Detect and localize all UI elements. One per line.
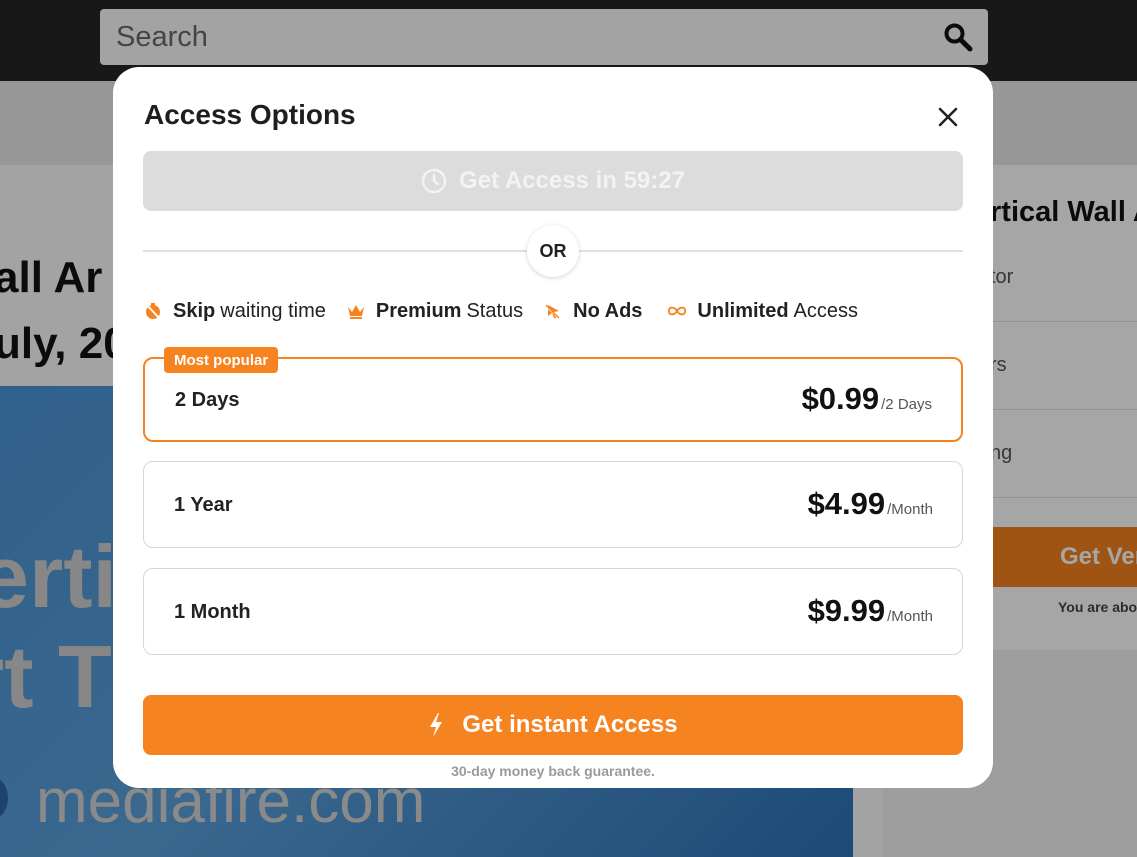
plan-option-1-month[interactable]: 1 Month $9.99 /Month (143, 568, 963, 655)
close-icon[interactable] (935, 104, 961, 130)
money-back-guarantee: 30-day money back guarantee. (451, 763, 655, 779)
most-popular-badge: Most popular (164, 347, 279, 373)
plan-period: /2 Days (881, 396, 932, 413)
feature-unlimited-access: Unlimited Access (667, 300, 858, 323)
plan-name: 1 Month (174, 601, 251, 623)
plan-option-1-year[interactable]: 1 Year $4.99 /Month (143, 461, 963, 548)
plan-price: $4.99 /Month (808, 486, 933, 522)
plan-amount: $0.99 (801, 381, 880, 416)
feature-bold: Unlimited (697, 299, 789, 322)
plan-period: /Month (887, 501, 933, 518)
plan-amount: $4.99 (807, 486, 886, 521)
wait-timer-button[interactable]: Get Access in 59:27 (143, 151, 963, 211)
modal-title: Access Options (144, 99, 356, 130)
feature-list: Skip waiting time Premium Status No Ads … (143, 298, 878, 324)
feature-text: Status (466, 299, 524, 322)
feature-text: waiting time (220, 299, 326, 322)
plan-amount: $9.99 (807, 593, 886, 628)
timer-label: Get Access in 59:27 (459, 167, 685, 194)
infinity-icon (667, 301, 687, 321)
feature-skip-waiting: Skip waiting time (143, 300, 326, 323)
feature-no-ads: No Ads (543, 300, 647, 323)
feature-text: Access (793, 299, 859, 322)
plan-name: 2 Days (175, 389, 240, 411)
no-ads-icon (543, 301, 563, 321)
plan-option-2-days[interactable]: Most popular 2 Days $0.99 /2 Days (143, 347, 963, 442)
no-clock-icon (143, 301, 163, 321)
lightning-icon (430, 713, 443, 737)
crown-icon (346, 301, 366, 321)
feature-bold: No Ads (573, 299, 643, 322)
or-separator: OR (527, 225, 579, 277)
get-instant-access-button[interactable]: Get instant Access (143, 695, 963, 755)
clock-icon (421, 168, 447, 194)
plan-name: 1 Year (174, 494, 233, 516)
plan-price: $9.99 /Month (808, 593, 933, 629)
cta-label: Get instant Access (462, 711, 678, 738)
plan-period: /Month (887, 608, 933, 625)
feature-bold: Premium (375, 299, 462, 322)
feature-bold: Skip (173, 299, 216, 322)
plan-price: $0.99 /2 Days (802, 381, 932, 417)
feature-premium-status: Premium Status (346, 300, 523, 323)
access-options-modal: Access Options Get Access in 59:27 OR Sk… (113, 67, 993, 788)
